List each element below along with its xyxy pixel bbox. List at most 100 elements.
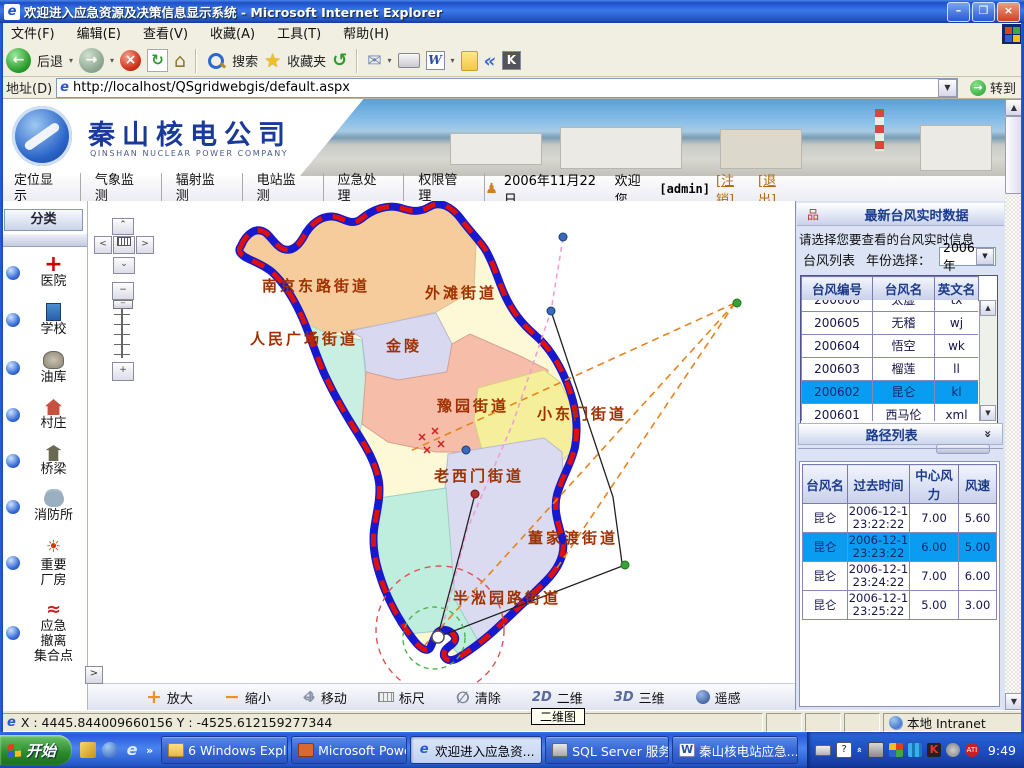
refresh-icon[interactable]: ↻ (147, 49, 168, 72)
table-cell[interactable]: 200601 (802, 404, 873, 422)
table-cell[interactable]: 昆仑 (803, 533, 848, 562)
sql-tray-icon[interactable] (868, 742, 884, 758)
sidebar-item[interactable]: 学校 (6, 303, 87, 337)
taskbar-window-button[interactable]: W秦山核电站应急... (672, 736, 798, 764)
pan-left-button[interactable]: < (94, 236, 112, 254)
flashget-icon[interactable]: « (484, 50, 496, 72)
back-icon[interactable]: ← (6, 48, 31, 73)
ati-tray-icon[interactable]: ATI (965, 743, 979, 757)
favorites-label[interactable]: 收藏夹 (287, 51, 326, 70)
grid-tray-icon[interactable] (908, 743, 922, 757)
map-area[interactable]: 南京东路街道外滩街道人民广场街道金陵豫园街道小东门街道老西门街道董家渡街道半淞园… (88, 201, 795, 710)
address-dropdown-icon[interactable]: ▼ (938, 79, 957, 97)
sidebar-item[interactable]: 油库 (6, 351, 87, 385)
table-cell[interactable]: 5.60 (959, 504, 997, 533)
close-button[interactable]: × (997, 2, 1020, 22)
tab-emergency[interactable]: 应急处理 (324, 173, 405, 205)
scroll-up-icon[interactable]: ▲ (980, 300, 996, 316)
clock[interactable]: 9:49 (988, 743, 1016, 758)
keyboard-tray-icon[interactable] (815, 745, 831, 756)
pan-down-button[interactable]: ⌄ (113, 257, 135, 274)
table-cell[interactable]: 7.00 (910, 562, 959, 591)
table-row[interactable]: 200605无稽wj (802, 312, 979, 335)
table-row[interactable]: 200602昆仑kl (802, 381, 979, 404)
windows-tray-icon[interactable] (889, 743, 903, 757)
menu-help[interactable]: 帮助(H) (332, 24, 400, 45)
table-cell[interactable]: 200606 (802, 300, 873, 312)
mail-dropdown-icon[interactable]: ▾ (388, 56, 392, 65)
table-row[interactable]: 昆仑2006-12-1 23:24:227.006.00 (803, 562, 997, 591)
history-icon[interactable]: ↺ (332, 50, 347, 71)
mail-icon[interactable]: ✉ (367, 51, 381, 71)
search-icon[interactable] (206, 51, 226, 71)
maximize-button[interactable]: ❐ (972, 2, 995, 22)
zoom-slider[interactable]: − (112, 302, 134, 360)
favorites-icon[interactable]: ★ (264, 50, 281, 72)
table-cell[interactable]: 昆仑 (803, 562, 848, 591)
table-cell[interactable]: 6.00 (910, 533, 959, 562)
scroll-down-icon[interactable]: ▼ (980, 405, 996, 421)
table-cell[interactable]: 5.00 (910, 591, 959, 620)
table-cell[interactable]: 200602 (802, 381, 873, 404)
table-cell[interactable]: 悟空 (873, 335, 935, 358)
zoom-in-button[interactable]: + (112, 362, 134, 381)
table-row[interactable]: 200606太虚tx (802, 300, 979, 312)
tab-station[interactable]: 电站监测 (243, 173, 324, 205)
table-cell[interactable]: 6.00 (959, 562, 997, 591)
home-icon[interactable]: ⌂ (174, 50, 186, 72)
path-list-bar[interactable]: 路径列表 » (798, 423, 1003, 445)
antivirus-k-tray-icon[interactable]: K (927, 743, 941, 757)
menu-view[interactable]: 查看(V) (132, 24, 199, 45)
table-cell[interactable]: wj (935, 312, 979, 335)
sidebar-item[interactable]: 消防所 (6, 491, 87, 523)
help-tray-icon[interactable]: ? (836, 742, 852, 758)
ruler-button[interactable] (113, 236, 135, 254)
start-button[interactable]: 开始 (0, 735, 72, 765)
back-dropdown-icon[interactable]: ▾ (69, 56, 73, 65)
print-icon[interactable] (398, 53, 420, 68)
k-tool-icon[interactable]: K (502, 51, 521, 70)
table-cell[interactable]: ll (935, 358, 979, 381)
map-tool-缩小[interactable]: −缩小 (224, 686, 271, 708)
table-cell[interactable]: tx (935, 300, 979, 312)
map-canvas[interactable]: 南京东路街道外滩街道人民广场街道金陵豫园街道小东门街道老西门街道董家渡街道半淞园… (88, 201, 795, 710)
map-tool-放大[interactable]: +放大 (146, 686, 193, 708)
table-cell[interactable]: 2006-12-1 23:23:22 (848, 533, 910, 562)
edit-dropdown-icon[interactable]: ▾ (451, 56, 455, 65)
table-row[interactable]: 200603榴莲ll (802, 358, 979, 381)
search-label[interactable]: 搜索 (232, 51, 258, 70)
table-cell[interactable]: wk (935, 335, 979, 358)
table-cell[interactable]: 2006-12-1 23:22:22 (848, 504, 910, 533)
table-row[interactable]: 200604悟空wk (802, 335, 979, 358)
table-cell[interactable]: 200603 (802, 358, 873, 381)
address-url[interactable]: http://localhost/QSgridwebgis/default.as… (73, 80, 934, 95)
tab-locate[interactable]: 定位显示 (0, 173, 81, 205)
menu-tools[interactable]: 工具(T) (266, 24, 332, 45)
map-tool-清除[interactable]: ∅清除 (456, 688, 501, 707)
table-cell[interactable]: 西马伦 (873, 404, 935, 422)
pan-up-button[interactable]: ⌃ (112, 218, 134, 235)
table-cell[interactable]: 2006-12-1 23:25:22 (848, 591, 910, 620)
tab-weather[interactable]: 气象监测 (81, 173, 162, 205)
table-cell[interactable]: 7.00 (910, 504, 959, 533)
stop-icon[interactable]: × (120, 50, 141, 71)
table-cell[interactable]: 昆仑 (873, 381, 935, 404)
table-cell[interactable]: kl (935, 381, 979, 404)
table-cell[interactable]: 3.00 (959, 591, 997, 620)
taskbar-window-button[interactable]: Microsoft PowerP... (291, 736, 407, 764)
table-cell[interactable]: 太虚 (873, 300, 935, 312)
table-cell[interactable]: 200605 (802, 312, 873, 335)
table-cell[interactable]: 无稽 (873, 312, 935, 335)
year-dropdown-icon[interactable]: ▼ (976, 248, 994, 265)
map-tool-移动[interactable]: ↔移动 (302, 688, 347, 707)
zoom-out-button[interactable]: − (112, 282, 134, 300)
table-cell[interactable]: 200604 (802, 335, 873, 358)
tray-collapse-icon[interactable]: » (855, 747, 865, 753)
table-cell[interactable]: 昆仑 (803, 591, 848, 620)
table-row[interactable]: 昆仑2006-12-1 23:25:225.003.00 (803, 591, 997, 620)
quick-launch-icon[interactable] (102, 742, 118, 758)
splitter-grip[interactable] (936, 444, 990, 454)
taskbar-window-button[interactable]: SQL Server 服务... (545, 736, 669, 764)
sidebar-item[interactable]: 重要 厂房 (6, 537, 87, 588)
forward-icon[interactable]: → (79, 48, 104, 73)
